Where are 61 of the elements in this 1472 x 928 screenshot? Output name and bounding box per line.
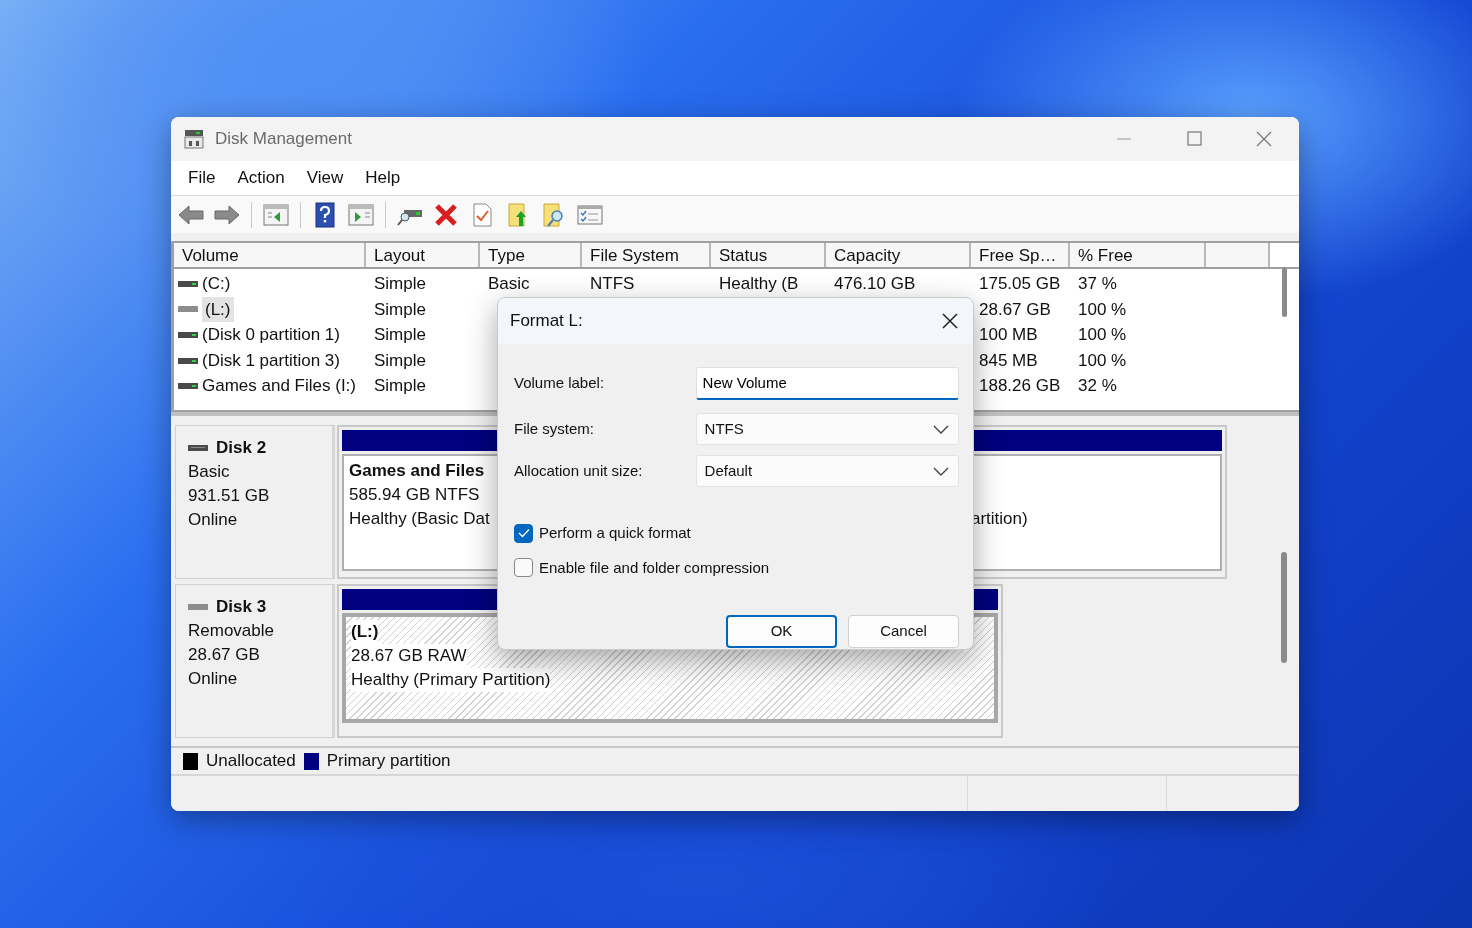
table-cell: 175.05 GB xyxy=(979,274,1061,293)
checkbox-label[interactable]: Enable file and folder compression xyxy=(539,556,770,579)
disk-detail: Basic xyxy=(188,461,231,483)
table-cell: 32 % xyxy=(1078,376,1117,396)
dropdown[interactable]: Default xyxy=(695,455,959,487)
input-field[interactable]: New Volume xyxy=(695,366,959,400)
column-header[interactable]: Free Sp… xyxy=(971,243,1070,267)
menu-item[interactable]: File xyxy=(177,165,227,191)
window-title: Disk Management xyxy=(215,128,352,151)
table-cell: 100 % xyxy=(1078,299,1127,319)
menu-item[interactable]: Help xyxy=(354,165,412,191)
partition-name: (L:) xyxy=(351,620,379,644)
table-cell: Simple xyxy=(374,299,426,319)
table-cell: 37 % xyxy=(1078,274,1117,293)
checkbox-label[interactable]: Perform a quick format xyxy=(539,522,691,545)
table-cell[interactable]: (L:) xyxy=(202,296,234,323)
field-label: Allocation unit size: xyxy=(514,460,644,481)
table-cell[interactable]: (Disk 0 partition 1) xyxy=(202,322,340,348)
partition-status: Healthy (Primary Partition) xyxy=(351,668,551,692)
disk-detail: Online xyxy=(188,668,239,690)
table-cell: 845 MB xyxy=(979,350,1038,370)
column-header[interactable]: % Free xyxy=(1070,243,1206,267)
table-cell[interactable]: Games and Files (I:) xyxy=(202,373,356,399)
menu-item[interactable]: View xyxy=(295,165,355,191)
dialog-button[interactable]: OK xyxy=(726,615,837,648)
table-cell: NTFS xyxy=(590,274,635,293)
table-cell: Simple xyxy=(374,350,426,370)
table-cell: Healthy (B xyxy=(719,274,799,293)
disk-detail: Removable xyxy=(188,620,275,642)
table-cell: Simple xyxy=(374,376,426,396)
column-header[interactable]: Volume xyxy=(174,243,366,267)
disk-name: Disk 3 xyxy=(216,596,267,618)
dialog-title: Format L: xyxy=(510,310,583,333)
partition-size: 28.67 GB RAW xyxy=(351,644,467,668)
disk-detail: 931.51 GB xyxy=(188,485,271,507)
disk-name: Disk 2 xyxy=(216,437,267,459)
table-cell: Simple xyxy=(374,274,426,293)
table-cell: 188.26 GB xyxy=(979,376,1061,396)
field-label: File system: xyxy=(514,418,595,439)
table-cell[interactable]: (C:) xyxy=(202,271,231,297)
table-cell: 100 % xyxy=(1078,350,1127,370)
menu-item[interactable]: Action xyxy=(226,165,296,191)
table-cell: 28.67 GB xyxy=(979,299,1051,319)
table-cell: 100 % xyxy=(1078,325,1127,345)
legend-label: Unallocated xyxy=(206,750,296,773)
field-label: Volume label: xyxy=(514,372,606,393)
disk-detail: 28.67 GB xyxy=(188,644,261,666)
table-cell[interactable]: (Disk 1 partition 3) xyxy=(202,347,340,374)
column-header[interactable]: File System xyxy=(582,243,711,267)
disk-detail: Online xyxy=(188,509,239,531)
dialog-button[interactable]: Cancel xyxy=(848,615,959,648)
table-cell: 476.10 GB xyxy=(834,274,916,293)
column-header[interactable]: Status xyxy=(711,243,826,267)
table-cell: Simple xyxy=(374,325,426,345)
legend-label: Primary partition xyxy=(326,750,451,773)
table-cell: 100 MB xyxy=(979,325,1038,345)
column-header[interactable]: Type xyxy=(480,243,582,267)
column-header[interactable]: Layout xyxy=(366,243,480,267)
table-cell: Basic xyxy=(488,274,530,293)
column-header[interactable]: Capacity xyxy=(826,243,971,267)
dropdown[interactable]: NTFS xyxy=(695,413,959,445)
